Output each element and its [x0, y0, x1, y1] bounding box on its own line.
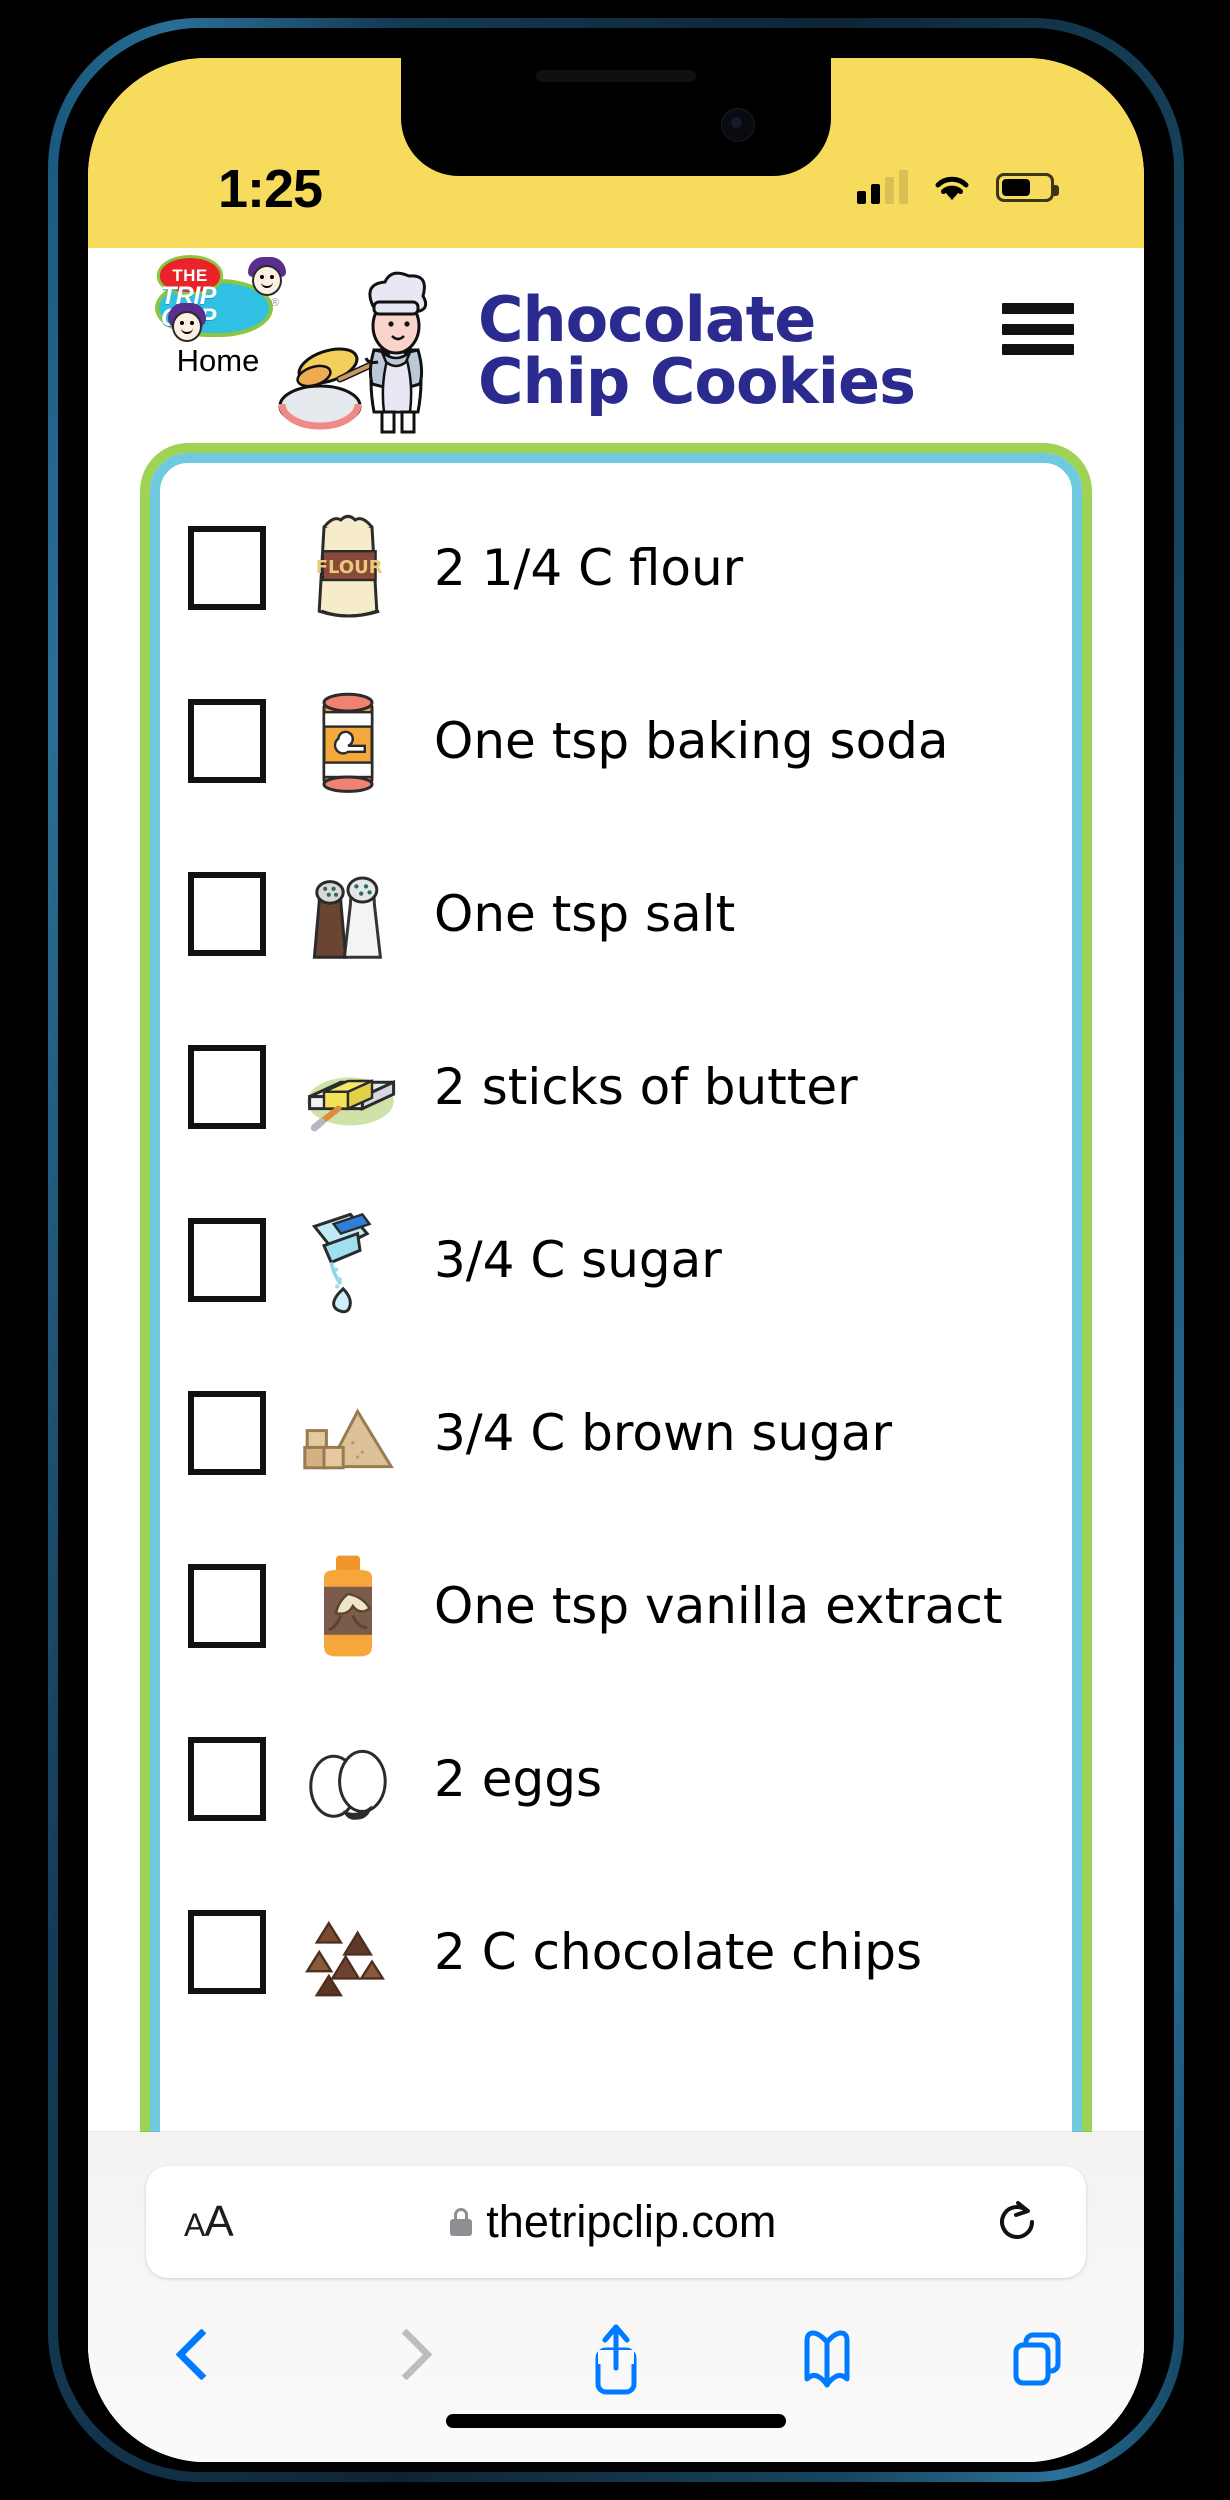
share-button[interactable]: [510, 2304, 721, 2414]
home-label: Home: [176, 343, 260, 378]
tabs-button[interactable]: [933, 2304, 1144, 2414]
device-screen: 1:25 THE TRIP ® Home Chocolate Chip Cook…: [88, 58, 1144, 2462]
battery-icon: [996, 172, 1059, 202]
chocolate-chips-icon: [288, 1892, 408, 2012]
webpage-content: THE TRIP CLIP: [88, 248, 1144, 2462]
ingredient-label: One tsp baking soda: [434, 711, 949, 770]
ingredient-checkbox[interactable]: [188, 698, 266, 783]
ingredient-checkbox[interactable]: [188, 1563, 266, 1648]
ingredient-row[interactable]: One tsp salt: [160, 827, 1072, 1000]
ingredient-label: 2 sticks of butter: [434, 1057, 858, 1116]
baking-soda-can-icon: [288, 681, 408, 801]
vanilla-bottle-icon: [288, 1546, 408, 1666]
ingredient-checkbox[interactable]: [188, 1390, 266, 1475]
ingredient-row[interactable]: FLOUR 2 1/4 C flour: [160, 481, 1072, 654]
ingredient-label: 2 eggs: [434, 1749, 602, 1808]
ingredient-label: 3/4 C brown sugar: [434, 1403, 893, 1462]
ingredient-row[interactable]: 2 sticks of butter: [160, 1000, 1072, 1173]
sugar-pour-icon: [288, 1200, 408, 1320]
ingredient-checkbox[interactable]: [188, 871, 266, 956]
lock-icon: [450, 2208, 473, 2236]
ingredient-row[interactable]: 3/4 C brown sugar: [160, 1346, 1072, 1519]
notch: [401, 58, 831, 176]
wifi-icon: [935, 176, 969, 200]
hamburger-menu-icon[interactable]: [1002, 303, 1074, 355]
ingredient-label: One tsp vanilla extract: [434, 1576, 1003, 1635]
device-bezel: 1:25 THE TRIP ® Home Chocolate Chip Cook…: [58, 28, 1174, 2472]
ingredient-row[interactable]: 3/4 C sugar: [160, 1173, 1072, 1346]
eggs-icon: [288, 1719, 408, 1839]
recipe-title-row: Chocolate Chip Cookies: [278, 266, 994, 436]
site-header: THE TRIP CLIP: [88, 248, 1144, 443]
tabs-icon: [1013, 2332, 1061, 2386]
ingredient-checkbox[interactable]: [188, 1909, 266, 1994]
device-frame: 1:25 THE TRIP ® Home Chocolate Chip Cook…: [48, 18, 1184, 2482]
bookmarks-button[interactable]: [722, 2304, 933, 2414]
home-indicator: [446, 2414, 786, 2428]
back-chevron-icon: [177, 2328, 211, 2390]
safari-toolbar: AAAA thetripclip.com: [88, 2132, 1144, 2462]
share-icon: [595, 2324, 637, 2395]
svg-text:FLOUR: FLOUR: [316, 556, 383, 577]
reload-icon[interactable]: [994, 2199, 1040, 2245]
forward-button: [299, 2304, 510, 2414]
ingredient-label: 2 C chocolate chips: [434, 1922, 923, 1981]
page-title: Chocolate Chip Cookies: [478, 283, 916, 418]
cellular-signal-icon: [857, 170, 908, 204]
front-camera: [721, 108, 755, 142]
bookmarks-icon: [804, 2330, 850, 2388]
ingredient-label: One tsp salt: [434, 884, 736, 943]
logo-girl-face-icon: [167, 303, 207, 345]
forward-chevron-icon: [388, 2328, 422, 2390]
ingredient-checkbox[interactable]: [188, 1217, 266, 1302]
safari-nav-row: [88, 2304, 1144, 2414]
page-title-line2: Chip Cookies: [478, 345, 916, 418]
address-bar[interactable]: AAAA thetripclip.com: [146, 2166, 1086, 2278]
ingredient-row[interactable]: One tsp baking soda: [160, 654, 1072, 827]
earpiece-speaker: [536, 70, 696, 82]
page-title-line1: Chocolate: [478, 283, 816, 356]
chef-with-pan-illustration: [278, 271, 428, 434]
ingredient-row[interactable]: 2 eggs: [160, 1692, 1072, 1865]
salt-shaker-icon: [288, 854, 408, 974]
butter-stick-icon: [288, 1027, 408, 1147]
ingredient-checkbox[interactable]: [188, 1044, 266, 1129]
status-indicators: [857, 170, 1059, 204]
ingredient-list: FLOUR 2 1/4 C flour One tsp baking soda …: [160, 463, 1072, 2038]
brown-sugar-icon: [288, 1373, 408, 1493]
ingredient-checkbox[interactable]: [188, 1736, 266, 1821]
ingredient-label: 3/4 C sugar: [434, 1230, 722, 1289]
ingredient-checkbox[interactable]: [188, 525, 266, 610]
home-link[interactable]: THE TRIP CLIP: [143, 253, 293, 379]
text-size-button[interactable]: AAAA: [184, 2197, 234, 2247]
status-time: 1:25: [218, 159, 323, 219]
ingredient-row[interactable]: One tsp vanilla extract: [160, 1519, 1072, 1692]
flour-bag-icon: FLOUR: [288, 508, 408, 628]
back-button[interactable]: [88, 2304, 299, 2414]
url-text: thetripclip.com: [486, 2196, 777, 2247]
ingredient-row[interactable]: 2 C chocolate chips: [160, 1865, 1072, 2038]
ingredient-label: 2 1/4 C flour: [434, 538, 744, 597]
the-trip-clip-logo: THE TRIP CLIP: [143, 253, 286, 342]
